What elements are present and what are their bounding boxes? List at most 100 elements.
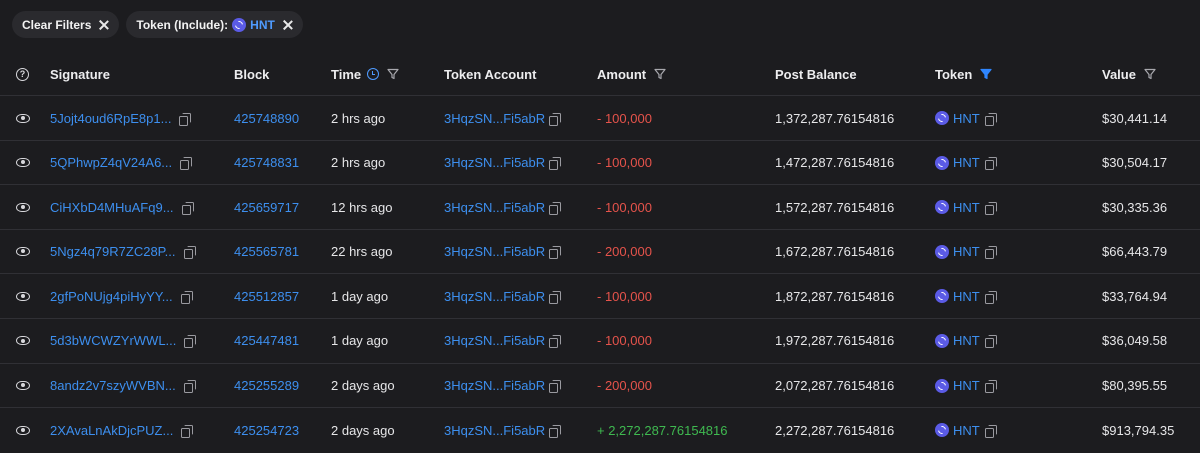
block-cell: 425447481	[234, 319, 299, 363]
copy-icon[interactable]	[984, 157, 997, 171]
token-account-link[interactable]: 3HqzSN...Fi5abR	[444, 200, 545, 215]
eye-icon[interactable]	[16, 381, 30, 391]
copy-icon[interactable]	[549, 380, 562, 394]
hnt-token-icon	[935, 200, 949, 215]
copy-icon[interactable]	[183, 246, 196, 260]
eye-icon[interactable]	[16, 202, 30, 212]
copy-icon[interactable]	[984, 380, 997, 394]
token-link[interactable]: HNT	[953, 111, 980, 126]
col-token-label: Token	[935, 66, 973, 82]
signature-cell: 5d3bWCWZYrWWL...	[50, 319, 197, 363]
signature-cell: 2gfPoNUjg4piHyYY...	[50, 274, 193, 318]
copy-icon[interactable]	[549, 246, 562, 260]
copy-icon[interactable]	[179, 112, 192, 126]
token-link[interactable]: HNT	[953, 289, 980, 304]
filter-funnel-icon[interactable]	[1144, 68, 1156, 80]
clock-icon[interactable]	[367, 68, 380, 80]
signature-cell: 5Ngz4q79R7ZC28P...	[50, 230, 196, 274]
copy-icon[interactable]	[984, 246, 997, 260]
block-link[interactable]: 425254723	[234, 423, 299, 438]
token-filter-chip[interactable]: Token (Include): HNT	[126, 11, 303, 38]
token-link[interactable]: HNT	[953, 155, 980, 170]
token-account-link[interactable]: 3HqzSN...Fi5abR	[444, 423, 545, 438]
signature-link[interactable]: 5d3bWCWZYrWWL...	[50, 333, 176, 348]
amount-value: - 200,000	[597, 378, 652, 394]
copy-icon[interactable]	[549, 112, 562, 126]
signature-link[interactable]: 5Jojt4oud6RpE8p1...	[50, 111, 171, 126]
token-link[interactable]: HNT	[953, 244, 980, 259]
token-link[interactable]: HNT	[953, 423, 980, 438]
help-icon-header[interactable]: ?	[16, 52, 29, 96]
block-link[interactable]: 425512857	[234, 289, 299, 304]
view-cell	[16, 185, 30, 229]
block-cell: 425565781	[234, 230, 299, 274]
amount-cell: - 200,000	[597, 364, 652, 408]
token-account-link[interactable]: 3HqzSN...Fi5abR	[444, 289, 545, 304]
copy-icon[interactable]	[984, 201, 997, 215]
block-link[interactable]: 425447481	[234, 333, 299, 348]
token-account-link[interactable]: 3HqzSN...Fi5abR	[444, 244, 545, 259]
token-account-cell: 3HqzSN...Fi5abR	[444, 230, 562, 274]
block-link[interactable]: 425565781	[234, 244, 299, 259]
block-link[interactable]: 425748831	[234, 155, 299, 170]
copy-icon[interactable]	[984, 290, 997, 304]
view-cell	[16, 364, 30, 408]
close-icon[interactable]	[283, 20, 293, 30]
copy-icon[interactable]	[181, 424, 194, 438]
copy-icon[interactable]	[984, 112, 997, 126]
copy-icon[interactable]	[183, 380, 196, 394]
col-post-balance: Post Balance	[775, 66, 857, 82]
copy-icon[interactable]	[180, 290, 193, 304]
hnt-token-icon	[935, 333, 949, 348]
token-link[interactable]: HNT	[953, 200, 980, 215]
table-row: 5Ngz4q79R7ZC28P... 425565781 22 hrs ago …	[0, 230, 1200, 275]
eye-icon[interactable]	[16, 291, 30, 301]
filter-funnel-active-icon[interactable]	[980, 68, 992, 80]
eye-icon[interactable]	[16, 425, 30, 435]
token-link[interactable]: HNT	[953, 378, 980, 393]
token-account-link[interactable]: 3HqzSN...Fi5abR	[444, 155, 545, 170]
view-cell	[16, 96, 30, 140]
post-balance-cell: 1,872,287.76154816	[775, 288, 895, 304]
signature-link[interactable]: 5QPhwpZ4qV24A6...	[50, 155, 172, 170]
copy-icon[interactable]	[984, 424, 997, 438]
clear-filters-chip[interactable]: Clear Filters	[12, 11, 120, 38]
block-link[interactable]: 425659717	[234, 200, 299, 215]
block-link[interactable]: 425255289	[234, 378, 299, 393]
hnt-token-icon	[935, 289, 949, 304]
view-cell	[16, 230, 30, 274]
signature-link[interactable]: CiHXbD4MHuAFq9...	[50, 200, 174, 215]
filter-funnel-icon[interactable]	[654, 68, 666, 80]
eye-icon[interactable]	[16, 247, 30, 257]
eye-icon[interactable]	[16, 158, 30, 168]
copy-icon[interactable]	[549, 201, 562, 215]
question-circle-icon[interactable]: ?	[16, 67, 29, 81]
eye-icon[interactable]	[16, 336, 30, 346]
copy-icon[interactable]	[549, 157, 562, 171]
filter-funnel-icon[interactable]	[387, 68, 399, 80]
post-balance-cell: 1,572,287.76154816	[775, 199, 895, 215]
signature-link[interactable]: 5Ngz4q79R7ZC28P...	[50, 244, 176, 259]
copy-icon[interactable]	[180, 157, 193, 171]
copy-icon[interactable]	[549, 335, 562, 349]
signature-link[interactable]: 2XAvaLnAkDjcPUZ...	[50, 423, 173, 438]
copy-icon[interactable]	[184, 335, 197, 349]
copy-icon[interactable]	[549, 424, 562, 438]
amount-cell: + 2,272,287.76154816	[597, 408, 728, 452]
token-account-link[interactable]: 3HqzSN...Fi5abR	[444, 333, 545, 348]
hnt-token-icon	[935, 155, 949, 170]
amount-value: - 100,000	[597, 110, 652, 126]
eye-icon[interactable]	[16, 113, 30, 123]
token-account-link[interactable]: 3HqzSN...Fi5abR	[444, 378, 545, 393]
signature-link[interactable]: 8andz2v7szyWVBN...	[50, 378, 176, 393]
copy-icon[interactable]	[984, 335, 997, 349]
signature-link[interactable]: 2gfPoNUjg4piHyYY...	[50, 289, 173, 304]
token-account-link[interactable]: 3HqzSN...Fi5abR	[444, 111, 545, 126]
token-link[interactable]: HNT	[953, 333, 980, 348]
copy-icon[interactable]	[181, 201, 194, 215]
value-cell: $66,443.79	[1102, 244, 1168, 260]
value-cell: $33,764.94	[1102, 288, 1168, 304]
block-link[interactable]: 425748890	[234, 111, 299, 126]
copy-icon[interactable]	[549, 290, 562, 304]
close-icon[interactable]	[99, 20, 109, 30]
